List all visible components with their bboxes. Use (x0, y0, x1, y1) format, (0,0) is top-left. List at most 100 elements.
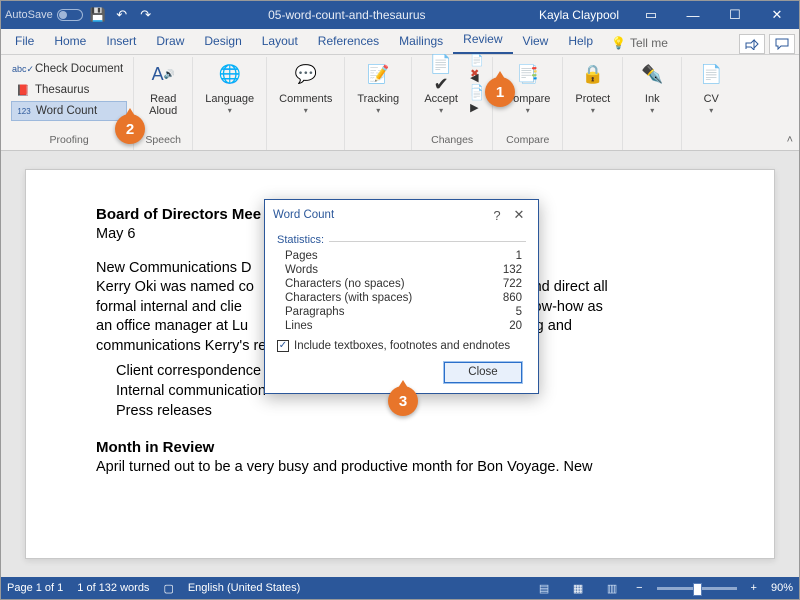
tab-insert[interactable]: Insert (96, 30, 146, 54)
tab-home[interactable]: Home (44, 30, 96, 54)
chevron-down-icon: ▾ (376, 107, 380, 116)
read-mode-icon[interactable]: ▤ (534, 580, 554, 596)
group-label-proofing: Proofing (50, 133, 89, 148)
help-icon[interactable]: ? (486, 208, 508, 223)
close-icon[interactable]: ✕ (508, 207, 530, 223)
callout-3: 3 (388, 386, 418, 416)
stat-key: Words (285, 264, 485, 276)
save-icon[interactable]: 💾 (89, 6, 107, 24)
cv-button[interactable]: 📄 CV ▾ (688, 59, 734, 118)
checkbox-label: Include textboxes, footnotes and endnote… (294, 340, 510, 352)
statistics-label: Statistics: (277, 234, 526, 246)
word-count-button[interactable]: 123 Word Count (11, 101, 127, 121)
tab-layout[interactable]: Layout (252, 30, 308, 54)
table-row: Words132 (285, 264, 530, 276)
stat-key: Characters (with spaces) (285, 292, 485, 304)
table-row: Paragraphs5 (285, 306, 530, 318)
toggle-off-icon (57, 9, 83, 21)
chevron-down-icon: ▾ (650, 107, 654, 116)
comments-dropdown[interactable]: 💬 Comments ▾ (273, 59, 338, 118)
group-language: 🌐 Language ▾ (193, 57, 267, 150)
language-status[interactable]: English (United States) (188, 582, 301, 594)
comments-button[interactable] (769, 34, 795, 54)
title-bar: AutoSave 💾 ↶ ↷ 05-word-count-and-thesaur… (1, 1, 799, 29)
accept-button[interactable]: 📄✔ Accept ▾ (418, 59, 464, 118)
group-label-speech: Speech (145, 133, 181, 148)
group-comments: 💬 Comments ▾ (267, 57, 345, 150)
stat-val: 860 (487, 292, 530, 304)
para-line: New Communications D (96, 260, 252, 276)
stat-val: 722 (487, 278, 530, 290)
table-row: Characters (no spaces)722 (285, 278, 530, 290)
para-line: Kerry Oki was named co (96, 279, 254, 295)
ribbon-display-icon[interactable]: ▭ (633, 1, 669, 29)
group-label-compare: Compare (506, 133, 549, 148)
stat-val: 1 (487, 250, 530, 262)
tab-references[interactable]: References (308, 30, 389, 54)
protect-label: Protect (575, 93, 610, 105)
tab-mailings[interactable]: Mailings (389, 30, 453, 54)
document-title: 05-word-count-and-thesaurus (155, 8, 539, 22)
user-name[interactable]: Kayla Claypool (539, 8, 619, 22)
tab-draw[interactable]: Draw (146, 30, 194, 54)
language-button[interactable]: 🌐 Language ▾ (199, 59, 260, 118)
status-bar: Page 1 of 1 1 of 132 words ▢ English (Un… (1, 577, 799, 599)
undo-icon[interactable]: ↶ (113, 6, 131, 24)
stat-val: 132 (487, 264, 530, 276)
ink-button[interactable]: ✒️ Ink ▾ (629, 59, 675, 118)
zoom-in-icon[interactable]: + (751, 582, 757, 594)
zoom-level[interactable]: 90% (771, 582, 793, 594)
autosave-label: AutoSave (5, 9, 53, 21)
para-line: April turned out to be a very busy and p… (96, 458, 704, 478)
chevron-down-icon: ▾ (709, 107, 713, 116)
tracking-label: Tracking (357, 93, 399, 105)
zoom-slider[interactable] (657, 587, 737, 590)
redo-icon[interactable]: ↷ (137, 6, 155, 24)
collapse-ribbon-icon[interactable]: ˄ (787, 134, 793, 146)
chevron-down-icon: ▾ (526, 107, 530, 116)
stat-key: Pages (285, 250, 485, 262)
tab-view[interactable]: View (513, 30, 559, 54)
read-aloud-label: Read Aloud (149, 93, 177, 117)
group-label-comments (304, 133, 307, 148)
table-row: Lines20 (285, 320, 530, 332)
group-label-ink (651, 133, 654, 148)
tab-file[interactable]: File (5, 30, 44, 54)
comment-icon: 💬 (292, 61, 320, 89)
dialog-titlebar[interactable]: Word Count ? ✕ (265, 200, 538, 230)
print-layout-icon[interactable]: ▦ (568, 580, 588, 596)
stat-val: 5 (487, 306, 530, 318)
web-layout-icon[interactable]: ▥ (602, 580, 622, 596)
autosave-toggle[interactable]: AutoSave (5, 9, 83, 21)
next-change-icon[interactable]: 📄▶ (470, 93, 486, 109)
page-indicator[interactable]: Page 1 of 1 (7, 582, 63, 594)
callout-2: 2 (115, 114, 145, 144)
maximize-icon[interactable]: ☐ (717, 1, 753, 29)
chevron-down-icon: ▾ (228, 107, 232, 116)
word-count-status[interactable]: 1 of 132 words (77, 582, 149, 594)
minimize-icon[interactable]: — (675, 1, 711, 29)
statistics-table: Pages1 Words132 Characters (no spaces)72… (283, 248, 532, 334)
tab-help[interactable]: Help (558, 30, 603, 54)
zoom-out-icon[interactable]: − (636, 582, 642, 594)
include-textboxes-checkbox[interactable]: ✓ Include textboxes, footnotes and endno… (277, 340, 526, 352)
check-document-button[interactable]: abc✓ Check Document (11, 59, 127, 79)
protect-button[interactable]: 🔒 Protect ▾ (569, 59, 616, 118)
close-button[interactable]: Close (444, 362, 522, 383)
tell-me-search[interactable]: 💡 Tell me (603, 32, 676, 54)
abc-check-icon: abc✓ (15, 61, 31, 77)
proofing-status-icon[interactable]: ▢ (163, 582, 173, 595)
tab-review[interactable]: Review (453, 28, 512, 54)
stat-val: 20 (487, 320, 530, 332)
group-ink: ✒️ Ink ▾ (623, 57, 682, 150)
close-window-icon[interactable]: ✕ (759, 1, 795, 29)
tab-design[interactable]: Design (194, 30, 251, 54)
thesaurus-button[interactable]: 📕 Thesaurus (11, 80, 127, 100)
comments-label: Comments (279, 93, 332, 105)
chevron-down-icon: ▾ (591, 107, 595, 116)
share-button[interactable] (739, 34, 765, 54)
tracking-dropdown[interactable]: 📝 Tracking ▾ (351, 59, 405, 118)
callout-1: 1 (485, 77, 515, 107)
read-aloud-button[interactable]: A🔊 Read Aloud (140, 59, 186, 119)
para-line: formal internal and clie (96, 299, 242, 315)
